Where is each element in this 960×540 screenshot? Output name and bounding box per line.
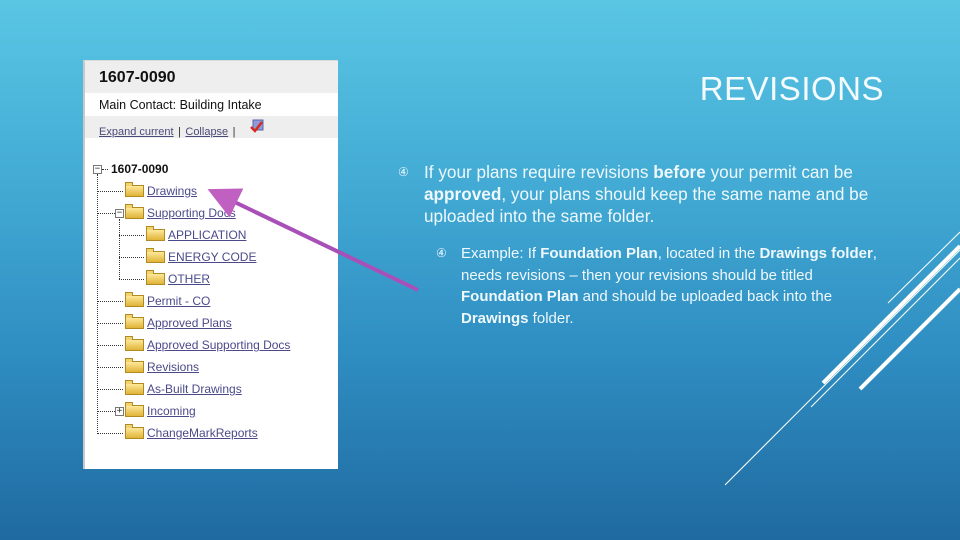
decorative-lines: [724, 231, 960, 486]
decorations: [207, 188, 960, 486]
deco-line: [858, 287, 960, 391]
deco-line: [887, 231, 960, 304]
deco-line: [821, 244, 960, 385]
deco-line: [810, 257, 960, 408]
pointer-arrow: [207, 188, 419, 292]
deco-line: [724, 249, 960, 486]
